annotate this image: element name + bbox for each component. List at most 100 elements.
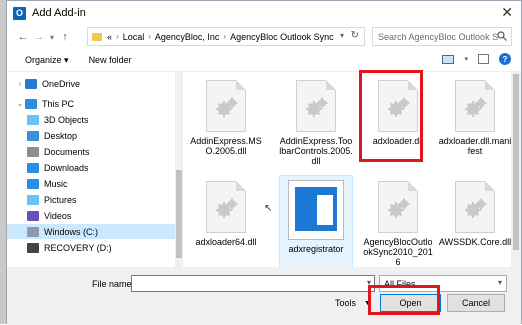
- drive-icon: [27, 242, 39, 253]
- file-list-scrollbar-thumb[interactable]: [513, 74, 519, 250]
- nav-item-1[interactable]: ⌄ This PC: [15, 96, 74, 111]
- nav-item-label: Documents: [44, 146, 90, 157]
- dll-file-gear-icon: [455, 80, 495, 132]
- nav-item-label: Downloads: [44, 162, 89, 173]
- breadcrumb-separator: ›: [116, 32, 119, 41]
- file-list: AddinExpress.MSO.2005.dll AddinExpress.To…: [185, 70, 512, 269]
- nav-pane-scrollbar[interactable]: [175, 72, 183, 267]
- nav-item-9[interactable]: Windows (C:): [7, 224, 175, 239]
- new-folder-button[interactable]: New folder: [89, 55, 132, 65]
- close-icon[interactable]: ✕: [501, 5, 513, 19]
- tools-button[interactable]: Tools ▼: [335, 298, 371, 308]
- nav-pane-scrollbar-thumb[interactable]: [176, 170, 182, 258]
- cloud-icon: [25, 78, 37, 89]
- file-item[interactable]: AWSSDK.Core.dll: [438, 175, 512, 269]
- nav-item-5[interactable]: Downloads: [27, 160, 89, 175]
- open-button-highlight: [368, 285, 440, 315]
- bottom-bar: File name: ▾ All Files ▾ Tools ▼ Open Ca…: [7, 267, 521, 325]
- dll-file-gear-icon: [206, 80, 246, 132]
- forward-arrow-icon[interactable]: →: [31, 31, 47, 43]
- title-bar: O Add Add-in ✕: [7, 1, 521, 25]
- nav-item-4[interactable]: Documents: [27, 144, 90, 159]
- recent-locations-chevron-icon[interactable]: ▾: [47, 33, 57, 42]
- search-icon: [497, 31, 507, 41]
- downloads-icon: [27, 162, 39, 173]
- add-addin-dialog: O Add Add-in ✕ ← → ▾ ↑ « › Local › Agenc…: [6, 0, 522, 325]
- file-name-label: adxregistrator: [288, 244, 344, 254]
- content-area: › OneDrive ⌄ This PC 3D Objects Desktop Docume…: [7, 70, 521, 269]
- file-list-scrollbar[interactable]: [511, 72, 521, 267]
- file-name-label: AddinExpress.ToolbarControls.2005.dll: [279, 136, 353, 166]
- nav-item-label: Windows (C:): [44, 226, 99, 237]
- nav-item-label: Music: [44, 178, 68, 189]
- organize-button[interactable]: Organize ▾: [25, 55, 69, 66]
- file-item[interactable]: AgencyBlocOutlookSync2010_2016: [361, 175, 435, 269]
- nav-item-2[interactable]: 3D Objects: [27, 112, 89, 127]
- preview-pane-icon[interactable]: [478, 54, 489, 64]
- nav-item-10[interactable]: RECOVERY (D:): [27, 240, 112, 255]
- nav-item-0[interactable]: › OneDrive: [15, 76, 80, 91]
- pictures-icon: [27, 194, 39, 205]
- nav-item-label: Pictures: [44, 194, 77, 205]
- file-name-label: AgencyBlocOutlookSync2010_2016: [363, 237, 433, 267]
- nav-item-7[interactable]: Pictures: [27, 192, 77, 207]
- command-toolbar: Organize ▾ New folder ▾ ?: [7, 49, 521, 71]
- nav-item-label: Videos: [44, 210, 72, 221]
- file-item[interactable]: AddinExpress.MSO.2005.dll: [189, 74, 263, 168]
- nav-item-label: RECOVERY (D:): [44, 242, 112, 253]
- nav-item-8[interactable]: Videos: [27, 208, 71, 223]
- file-name-label: adxloader64.dll: [195, 237, 257, 247]
- organize-label: Organize: [25, 54, 62, 65]
- address-dropdown-icon[interactable]: ▾: [340, 31, 344, 40]
- file-name-label: AWSSDK.Core.dll: [438, 237, 512, 247]
- file-name-input[interactable]: ▾: [131, 275, 375, 292]
- computer-icon: [25, 98, 37, 109]
- nav-item-label: 3D Objects: [44, 114, 89, 125]
- back-arrow-icon[interactable]: ←: [15, 31, 31, 43]
- help-icon[interactable]: ?: [499, 53, 511, 65]
- address-bar[interactable]: « › Local › AgencyBloc, Inc › AgencyBloc…: [87, 27, 365, 46]
- desktop-icon: [27, 130, 39, 141]
- navigation-pane[interactable]: › OneDrive ⌄ This PC 3D Objects Desktop Docume…: [7, 72, 175, 267]
- dll-file-gear-icon: [455, 181, 495, 233]
- application-thumbnail-icon: [288, 180, 344, 240]
- nav-item-label: OneDrive: [42, 78, 81, 89]
- tools-label: Tools: [335, 298, 357, 308]
- file-item[interactable]: adxregistrator: [279, 175, 353, 269]
- dll-file-gear-icon: [206, 181, 246, 233]
- file-item[interactable]: adxloader64.dll: [189, 175, 263, 269]
- search-input[interactable]: Search AgencyBloc Outlook S: [372, 27, 512, 46]
- file-item[interactable]: AddinExpress.ToolbarControls.2005.dll: [279, 74, 353, 168]
- change-view-icon[interactable]: [442, 54, 455, 64]
- videos-icon: [27, 210, 39, 221]
- nav-item-6[interactable]: Music: [27, 176, 68, 191]
- folder-3d-icon: [27, 114, 39, 125]
- refresh-icon[interactable]: ↻: [351, 30, 359, 41]
- view-controls: ▾ ?: [442, 53, 511, 65]
- search-placeholder: Search AgencyBloc Outlook S: [378, 31, 499, 42]
- cancel-button[interactable]: Cancel: [447, 294, 505, 312]
- up-arrow-icon[interactable]: ↑: [57, 31, 73, 43]
- mouse-cursor-icon: ↖: [264, 203, 273, 214]
- file-name-label: File name:: [92, 279, 135, 289]
- music-icon: [27, 178, 39, 189]
- breadcrumb-local[interactable]: Local: [123, 32, 145, 42]
- file-item[interactable]: adxloader.dll.manifest: [438, 74, 512, 168]
- adxloader-highlight: [359, 70, 423, 162]
- view-dropdown-icon[interactable]: ▾: [464, 55, 468, 63]
- navigation-row: ← → ▾ ↑ « › Local › AgencyBloc, Inc › Ag…: [7, 25, 521, 49]
- breadcrumb-separator: ›: [148, 32, 151, 41]
- expand-chevron-icon[interactable]: ›: [15, 79, 25, 88]
- nav-item-label: Desktop: [44, 130, 78, 141]
- breadcrumb-agencybloc-inc[interactable]: AgencyBloc, Inc: [155, 32, 220, 42]
- documents-icon: [27, 146, 39, 157]
- file-name-label: AddinExpress.MSO.2005.dll: [190, 136, 262, 156]
- breadcrumb-overflow[interactable]: «: [107, 32, 112, 42]
- dll-file-gear-icon: [378, 181, 418, 233]
- breadcrumb-outlook-sync[interactable]: AgencyBloc Outlook Sync: [230, 32, 334, 42]
- breadcrumb-separator: ›: [223, 32, 227, 41]
- file-type-dropdown-icon: ▾: [497, 278, 502, 287]
- dll-file-gear-icon: [296, 80, 336, 132]
- expand-chevron-icon[interactable]: ⌄: [15, 99, 25, 108]
- nav-item-3[interactable]: Desktop: [27, 128, 77, 143]
